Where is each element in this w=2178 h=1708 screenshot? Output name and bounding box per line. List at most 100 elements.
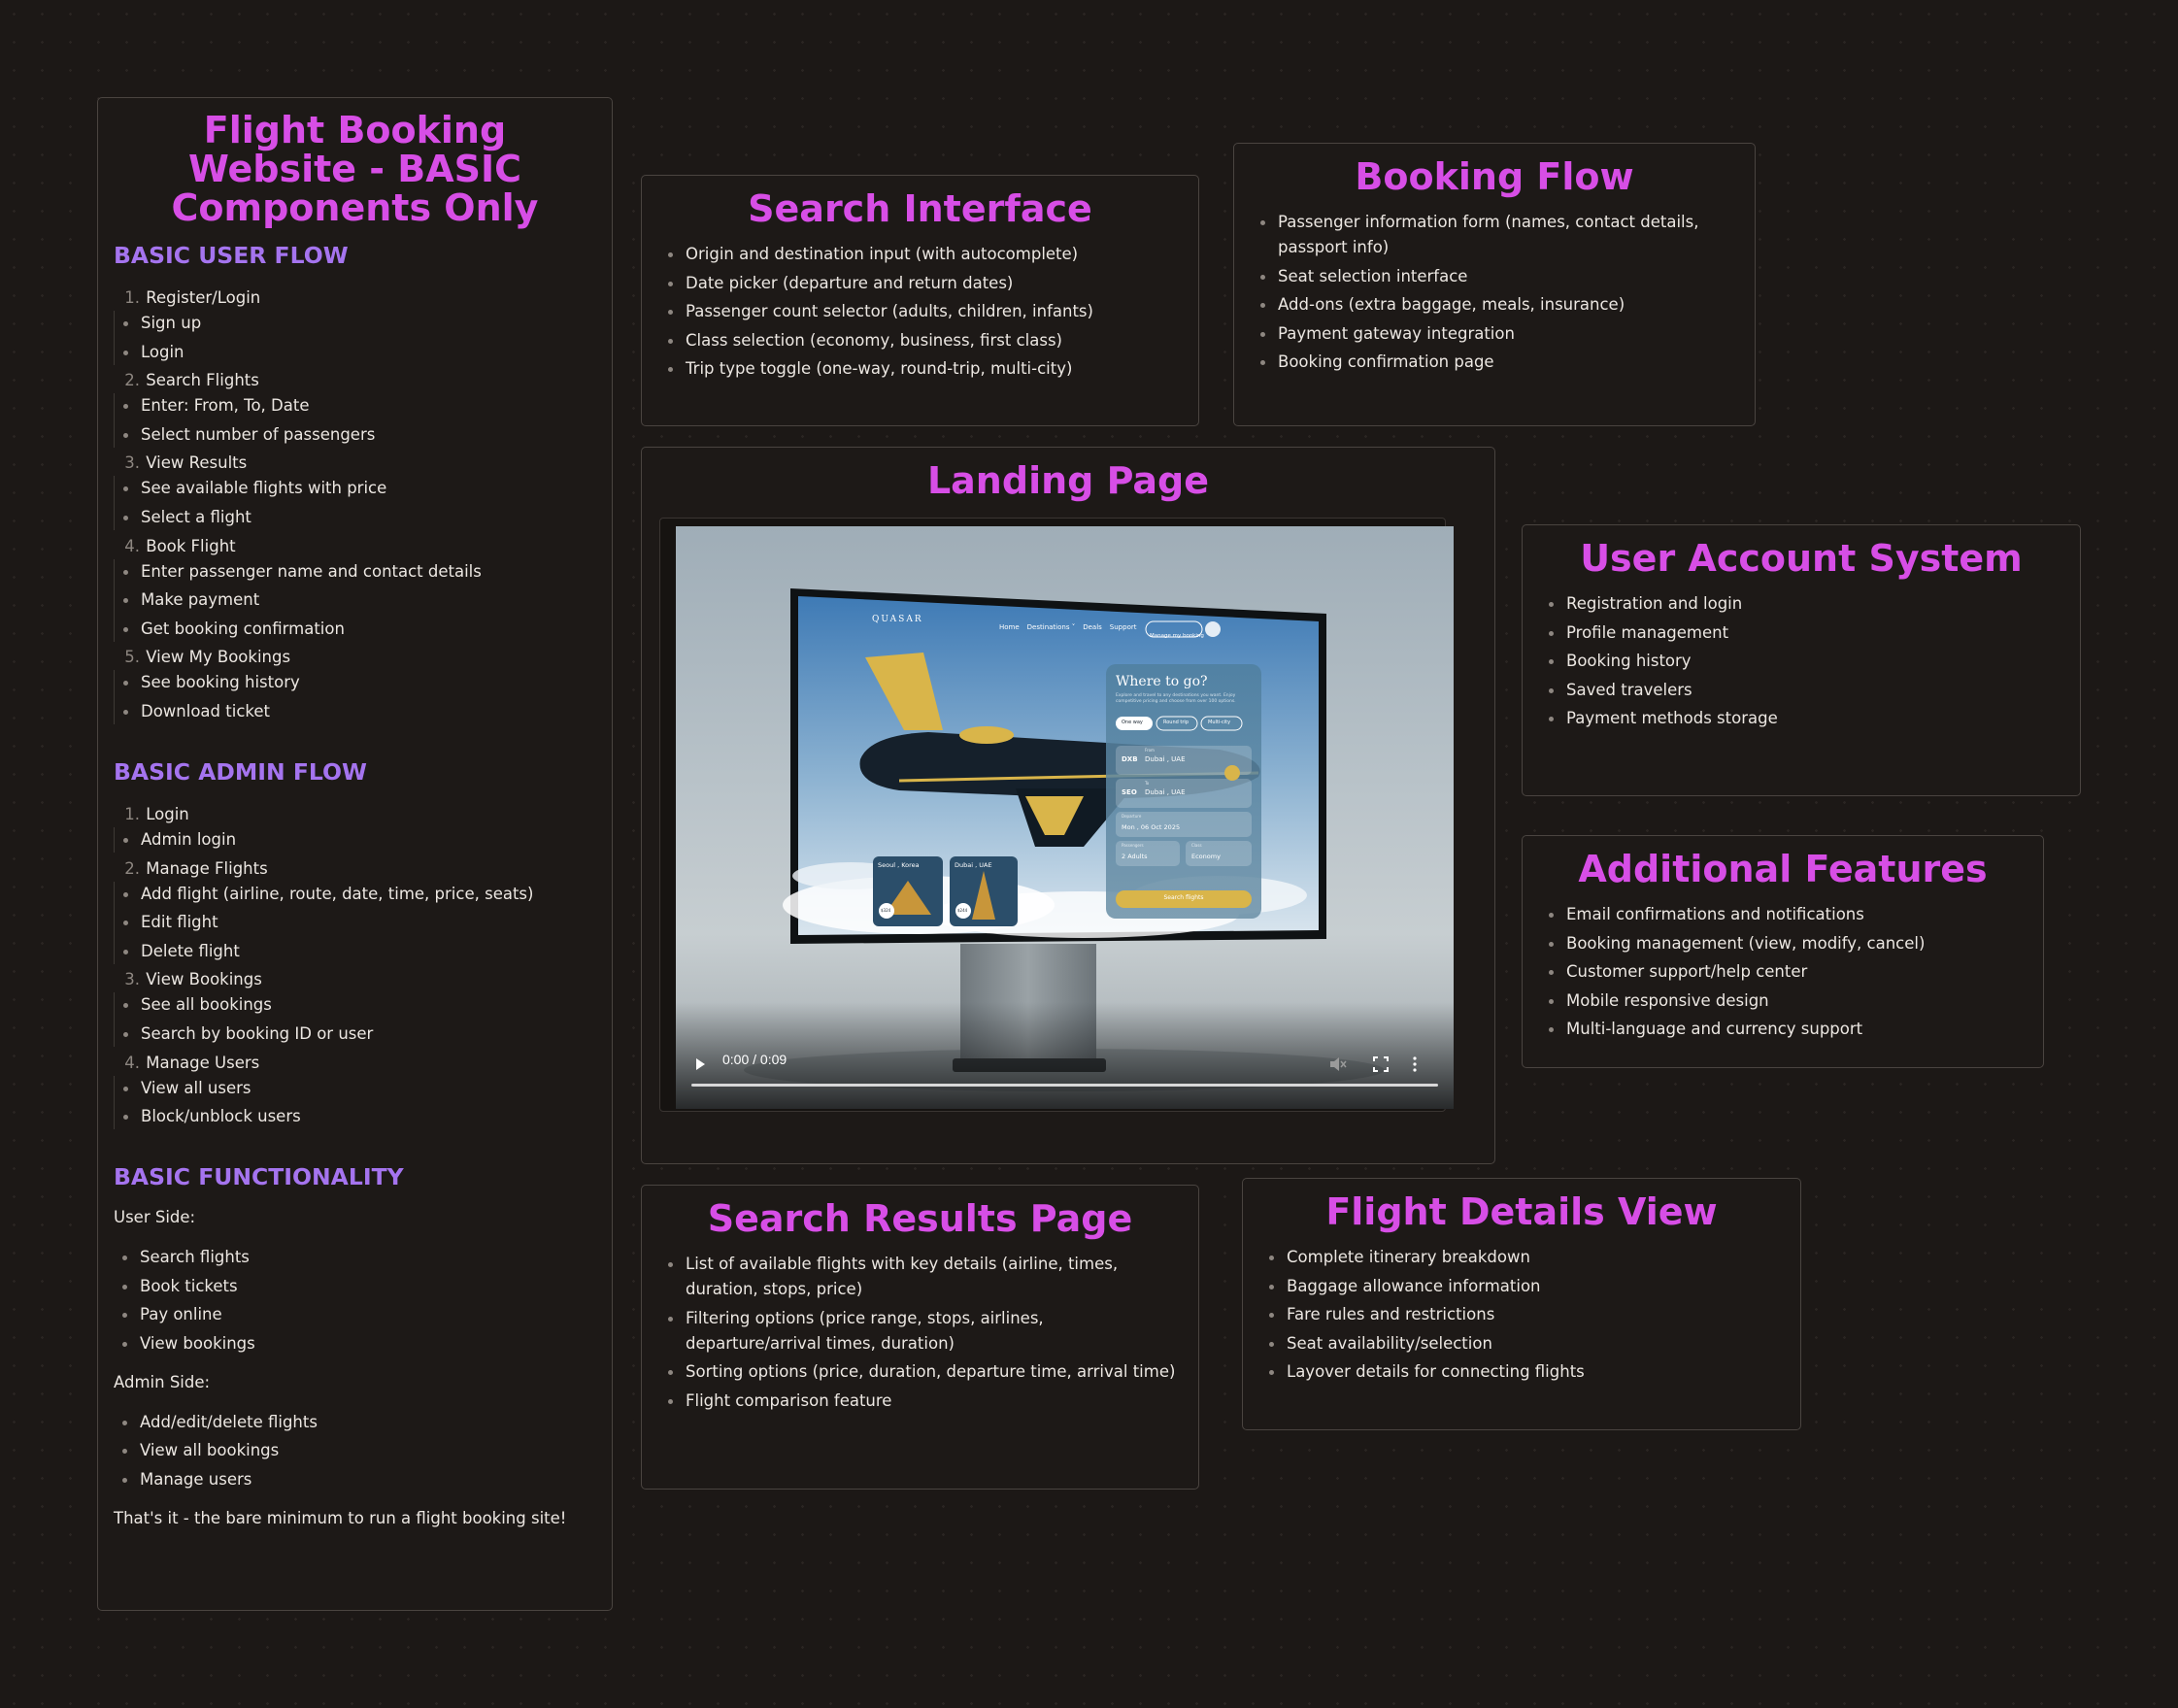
- flight-details-title: Flight Details View: [1325, 1190, 1718, 1233]
- video-player[interactable]: QUASAR Home Destinations ˅ Deals Support…: [676, 526, 1454, 1109]
- user-flow-step: 5. View My Bookings See booking history D…: [114, 645, 596, 724]
- list-item: Mobile responsive design: [1540, 988, 2026, 1014]
- list-item: View all bookings: [114, 1438, 596, 1463]
- booking-flow-card: Booking Flow Passenger information form …: [1233, 143, 1756, 426]
- list-item: Passenger count selector (adults, childr…: [659, 299, 1181, 324]
- list-item: Admin login: [115, 827, 596, 853]
- functionality-heading: BASIC FUNCTIONALITY: [114, 1163, 404, 1191]
- mockup-dest-seoul: Seoul , Korea: [878, 861, 920, 869]
- user-flow-step: 1. Register/Login Sign up Login: [114, 285, 596, 365]
- list-item: Search by booking ID or user: [115, 1021, 596, 1047]
- volume-muted-icon[interactable]: [1329, 1056, 1347, 1072]
- mockup-manage-booking: Manage my booking: [1150, 633, 1204, 639]
- list-item: Profile management: [1540, 620, 2062, 646]
- list-item: Layover details for connecting flights: [1260, 1359, 1783, 1385]
- list-item: Seat availability/selection: [1260, 1331, 1783, 1356]
- search-interface-card: Search Interface Origin and destination …: [641, 175, 1199, 426]
- mockup-to-code: SEO: [1122, 788, 1137, 796]
- mockup-tagline: Explore and travel to any destinations y…: [1116, 693, 1236, 704]
- mockup-class-value: Economy: [1191, 853, 1221, 860]
- mockup-heading: Where to go?: [1116, 674, 1208, 689]
- more-options-icon[interactable]: [1412, 1056, 1418, 1072]
- mockup-from-label: From: [1145, 748, 1155, 753]
- list-item: Seat selection interface: [1252, 264, 1737, 289]
- list-item: Email confirmations and notifications: [1540, 902, 2026, 927]
- list-item: Get booking confirmation: [115, 617, 596, 642]
- list-item: Book tickets: [114, 1274, 596, 1299]
- landing-page-card: Landing Page QUASAR Home Destinations ˅ …: [641, 447, 1495, 1164]
- additional-features-card: Additional Features Email confirmations …: [1522, 835, 2044, 1068]
- list-item: Enter passenger name and contact details: [115, 559, 596, 585]
- admin-flow-step: 1. Login Admin login: [114, 802, 596, 853]
- additional-features-title: Additional Features: [1578, 848, 1988, 890]
- admin-side-label: Admin Side:: [114, 1372, 211, 1391]
- search-interface-title: Search Interface: [748, 187, 1092, 230]
- user-side-label: User Side:: [114, 1208, 196, 1227]
- user-flow-heading: BASIC USER FLOW: [114, 242, 349, 269]
- mockup-class-label: Class: [1191, 843, 1202, 848]
- mockup-from-code: DXB: [1122, 755, 1138, 763]
- search-results-title: Search Results Page: [707, 1197, 1133, 1240]
- list-item: Search flights: [114, 1245, 596, 1270]
- list-item: View bookings: [114, 1331, 596, 1356]
- list-item: Add flight (airline, route, date, time, …: [115, 882, 596, 907]
- list-item: Make payment: [115, 587, 596, 613]
- list-item: Sign up: [115, 311, 596, 336]
- mockup-to-city: Dubai , UAE: [1145, 788, 1186, 796]
- list-item: View all users: [115, 1076, 596, 1101]
- list-item: Origin and destination input (with autoc…: [659, 242, 1181, 267]
- mockup-tab-round: Round trip: [1163, 720, 1189, 725]
- list-item: Complete itinerary breakdown: [1260, 1245, 1783, 1270]
- user-account-list: Registration and login Profile managemen…: [1540, 591, 2062, 731]
- fullscreen-icon[interactable]: [1373, 1056, 1389, 1072]
- list-item: Delete flight: [115, 939, 596, 964]
- list-item: Customer support/help center: [1540, 959, 2026, 985]
- user-side-list: Search flights Book tickets Pay online V…: [114, 1245, 596, 1356]
- admin-flow-step: 2. Manage Flights Add flight (airline, r…: [114, 856, 596, 964]
- booking-flow-title: Booking Flow: [1355, 155, 1634, 198]
- list-item: List of available flights with key detai…: [659, 1252, 1181, 1302]
- video-progress-bar[interactable]: [691, 1084, 1438, 1087]
- mockup-to-label: To: [1145, 781, 1150, 786]
- list-item: Login: [115, 340, 596, 365]
- admin-flow-heading: BASIC ADMIN FLOW: [114, 757, 367, 786]
- list-item: Booking history: [1540, 649, 2062, 674]
- list-item: Class selection (economy, business, firs…: [659, 328, 1181, 353]
- mockup-pass-label: Passengers: [1122, 843, 1144, 848]
- search-results-list: List of available flights with key detai…: [659, 1252, 1181, 1414]
- mockup-dest-dubai: Dubai , UAE: [955, 861, 992, 869]
- mockup-date-value: Mon , 06 Oct 2025: [1122, 823, 1181, 831]
- list-item: Payment gateway integration: [1252, 321, 1737, 347]
- list-item: Baggage allowance information: [1260, 1274, 1783, 1299]
- page-title: Flight Booking Website - BASIC Component…: [171, 109, 539, 229]
- list-item: Sorting options (price, duration, depart…: [659, 1359, 1181, 1385]
- list-item: Date picker (departure and return dates): [659, 271, 1181, 296]
- list-item: Trip type toggle (one-way, round-trip, m…: [659, 356, 1181, 382]
- list-item: See booking history: [115, 670, 596, 695]
- admin-side-list: Add/edit/delete flights View all booking…: [114, 1410, 596, 1492]
- user-flow-step: 4. Book Flight Enter passenger name and …: [114, 534, 596, 642]
- list-item: Payment methods storage: [1540, 706, 2062, 731]
- mockup-pass-value: 2 Adults: [1122, 853, 1148, 860]
- list-item: Download ticket: [115, 699, 596, 724]
- play-icon[interactable]: [693, 1057, 707, 1071]
- user-flow-list: 1. Register/Login Sign up Login 2. Search…: [114, 285, 596, 724]
- list-item: Booking confirmation page: [1252, 350, 1737, 375]
- landing-page-title: Landing Page: [926, 459, 1210, 502]
- search-interface-list: Origin and destination input (with autoc…: [659, 242, 1181, 382]
- mockup-date-label: Departure: [1122, 814, 1142, 819]
- list-item: Pay online: [114, 1302, 596, 1327]
- list-item: See available flights with price: [115, 476, 596, 501]
- list-item: Booking management (view, modify, cancel…: [1540, 931, 2026, 956]
- list-item: Flight comparison feature: [659, 1389, 1181, 1414]
- basic-components-card: Flight Booking Website - BASIC Component…: [97, 97, 613, 1611]
- user-account-title: User Account System: [1580, 537, 2023, 580]
- list-item: Fare rules and restrictions: [1260, 1302, 1783, 1327]
- mockup-tab-oneway: One way: [1122, 720, 1143, 725]
- list-item: Saved travelers: [1540, 678, 2062, 703]
- mockup-price-dubai: $244: [957, 908, 968, 913]
- list-item: Enter: From, To, Date: [115, 393, 596, 419]
- closing-note: That's it - the bare minimum to run a fl…: [114, 1509, 567, 1528]
- additional-features-list: Email confirmations and notifications Bo…: [1540, 902, 2026, 1042]
- list-item: Add-ons (extra baggage, meals, insurance…: [1252, 292, 1737, 318]
